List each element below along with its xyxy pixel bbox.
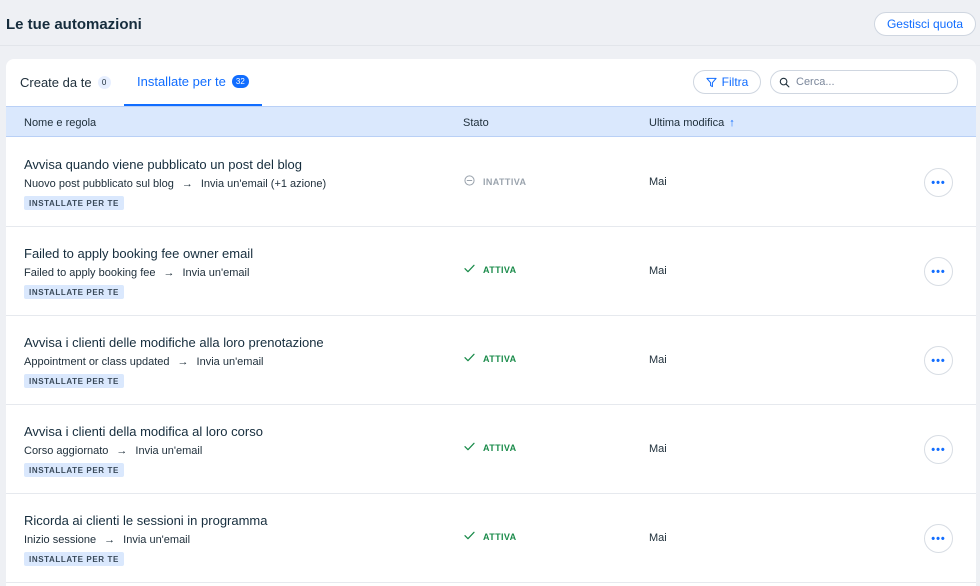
manage-quota-button[interactable]: Gestisci quota bbox=[874, 12, 976, 36]
tab-installed-for-you[interactable]: Installate per te 32 bbox=[124, 59, 262, 106]
more-actions-button[interactable]: ••• bbox=[924, 257, 953, 286]
status-label: ATTIVA bbox=[483, 442, 517, 453]
rule-action: Invia un'email bbox=[182, 267, 250, 279]
more-horizontal-icon: ••• bbox=[931, 265, 946, 278]
last-modified: Mai bbox=[649, 354, 667, 366]
more-actions-button[interactable]: ••• bbox=[924, 346, 953, 375]
table-row[interactable]: Avvisa i clienti delle modifiche alla lo… bbox=[6, 316, 976, 405]
arrow-up-icon: ↑ bbox=[729, 116, 735, 129]
arrow-right-icon: → bbox=[181, 178, 193, 190]
more-horizontal-icon: ••• bbox=[931, 354, 946, 367]
status-label: ATTIVA bbox=[483, 531, 517, 542]
tab-created-by-you[interactable]: Create da te 0 bbox=[20, 59, 111, 106]
installed-badge: INSTALLATE PER TE bbox=[24, 196, 124, 210]
status-badge: INATTIVA bbox=[464, 175, 526, 188]
minus-circle-icon bbox=[464, 175, 475, 188]
arrow-right-icon: → bbox=[177, 356, 189, 368]
more-actions-button[interactable]: ••• bbox=[924, 168, 953, 197]
check-icon bbox=[464, 442, 475, 453]
filter-label: Filtra bbox=[721, 75, 749, 89]
arrow-right-icon: → bbox=[163, 267, 175, 279]
automation-rule: Corso aggiornato → Invia un'email bbox=[24, 445, 202, 457]
search-icon bbox=[779, 77, 790, 87]
arrow-right-icon: → bbox=[116, 445, 128, 457]
table-row[interactable]: Avvisa i clienti della modifica al loro … bbox=[6, 405, 976, 494]
table-header: Nome e regola Stato Ultima modifica ↑ bbox=[6, 106, 976, 137]
more-horizontal-icon: ••• bbox=[931, 176, 946, 189]
check-icon bbox=[464, 353, 475, 364]
more-horizontal-icon: ••• bbox=[931, 532, 946, 545]
last-modified: Mai bbox=[649, 265, 667, 277]
automation-title[interactable]: Avvisa i clienti delle modifiche alla lo… bbox=[24, 335, 324, 350]
status-badge: ATTIVA bbox=[464, 442, 517, 453]
status-label: ATTIVA bbox=[483, 264, 517, 275]
column-header-name[interactable]: Nome e regola bbox=[24, 107, 96, 138]
tab-count-badge: 0 bbox=[97, 76, 111, 89]
automation-title[interactable]: Avvisa i clienti della modifica al loro … bbox=[24, 424, 263, 439]
last-modified: Mai bbox=[649, 532, 667, 544]
automation-rule: Inizio sessione → Invia un'email bbox=[24, 534, 190, 546]
table-row[interactable]: Failed to apply booking fee owner email … bbox=[6, 227, 976, 316]
status-badge: ATTIVA bbox=[464, 531, 517, 542]
rule-trigger: Appointment or class updated bbox=[24, 356, 170, 368]
status-badge: ATTIVA bbox=[464, 264, 517, 275]
check-icon bbox=[464, 264, 475, 275]
rule-action: Invia un'email bbox=[123, 534, 191, 546]
installed-badge: INSTALLATE PER TE bbox=[24, 552, 124, 566]
installed-badge: INSTALLATE PER TE bbox=[24, 285, 124, 299]
automation-title[interactable]: Ricorda ai clienti le sessioni in progra… bbox=[24, 513, 268, 528]
check-icon bbox=[464, 531, 475, 542]
rule-trigger: Nuovo post pubblicato sul blog bbox=[24, 178, 174, 190]
rule-action: Invia un'email bbox=[196, 356, 264, 368]
tab-count-badge: 32 bbox=[231, 75, 249, 88]
automation-rule: Failed to apply booking fee → Invia un'e… bbox=[24, 267, 249, 279]
column-header-last-modified[interactable]: Ultima modifica ↑ bbox=[649, 107, 735, 138]
arrow-right-icon: → bbox=[104, 534, 116, 546]
more-horizontal-icon: ••• bbox=[931, 443, 946, 456]
last-modified: Mai bbox=[649, 176, 667, 188]
installed-badge: INSTALLATE PER TE bbox=[24, 463, 124, 477]
automation-rule: Nuovo post pubblicato sul blog → Invia u… bbox=[24, 178, 326, 190]
automations-panel: Create da te 0 Installate per te 32 Filt… bbox=[6, 59, 976, 586]
more-actions-button[interactable]: ••• bbox=[924, 435, 953, 464]
search-box[interactable] bbox=[770, 70, 958, 94]
filter-icon bbox=[706, 77, 717, 87]
tabs-bar: Create da te 0 Installate per te 32 Filt… bbox=[6, 59, 976, 106]
rule-trigger: Failed to apply booking fee bbox=[24, 267, 156, 279]
rule-action: Invia un'email (+1 azione) bbox=[200, 178, 327, 190]
rule-action: Invia un'email bbox=[135, 445, 203, 457]
automation-title[interactable]: Avvisa quando viene pubblicato un post d… bbox=[24, 157, 302, 172]
status-label: INATTIVA bbox=[483, 176, 527, 187]
tab-label: Create da te bbox=[20, 75, 92, 90]
more-actions-button[interactable]: ••• bbox=[924, 524, 953, 553]
rule-trigger: Inizio sessione bbox=[24, 534, 97, 546]
top-bar: Le tue automazioni Gestisci quota bbox=[0, 0, 980, 46]
page-title: Le tue automazioni bbox=[6, 16, 142, 33]
status-label: ATTIVA bbox=[483, 353, 517, 364]
column-header-label: Ultima modifica bbox=[649, 116, 725, 129]
automation-rule: Appointment or class updated → Invia un'… bbox=[24, 356, 263, 368]
search-input[interactable] bbox=[796, 76, 946, 88]
last-modified: Mai bbox=[649, 443, 667, 455]
status-badge: ATTIVA bbox=[464, 353, 517, 364]
rule-trigger: Corso aggiornato bbox=[24, 445, 109, 457]
installed-badge: INSTALLATE PER TE bbox=[24, 374, 124, 388]
tab-label: Installate per te bbox=[137, 74, 226, 89]
filter-button[interactable]: Filtra bbox=[693, 70, 761, 94]
column-header-status[interactable]: Stato bbox=[463, 107, 489, 138]
table-row[interactable]: Avvisa quando viene pubblicato un post d… bbox=[6, 138, 976, 227]
automation-title[interactable]: Failed to apply booking fee owner email bbox=[24, 246, 253, 261]
table-row[interactable]: Ricorda ai clienti le sessioni in progra… bbox=[6, 494, 976, 583]
